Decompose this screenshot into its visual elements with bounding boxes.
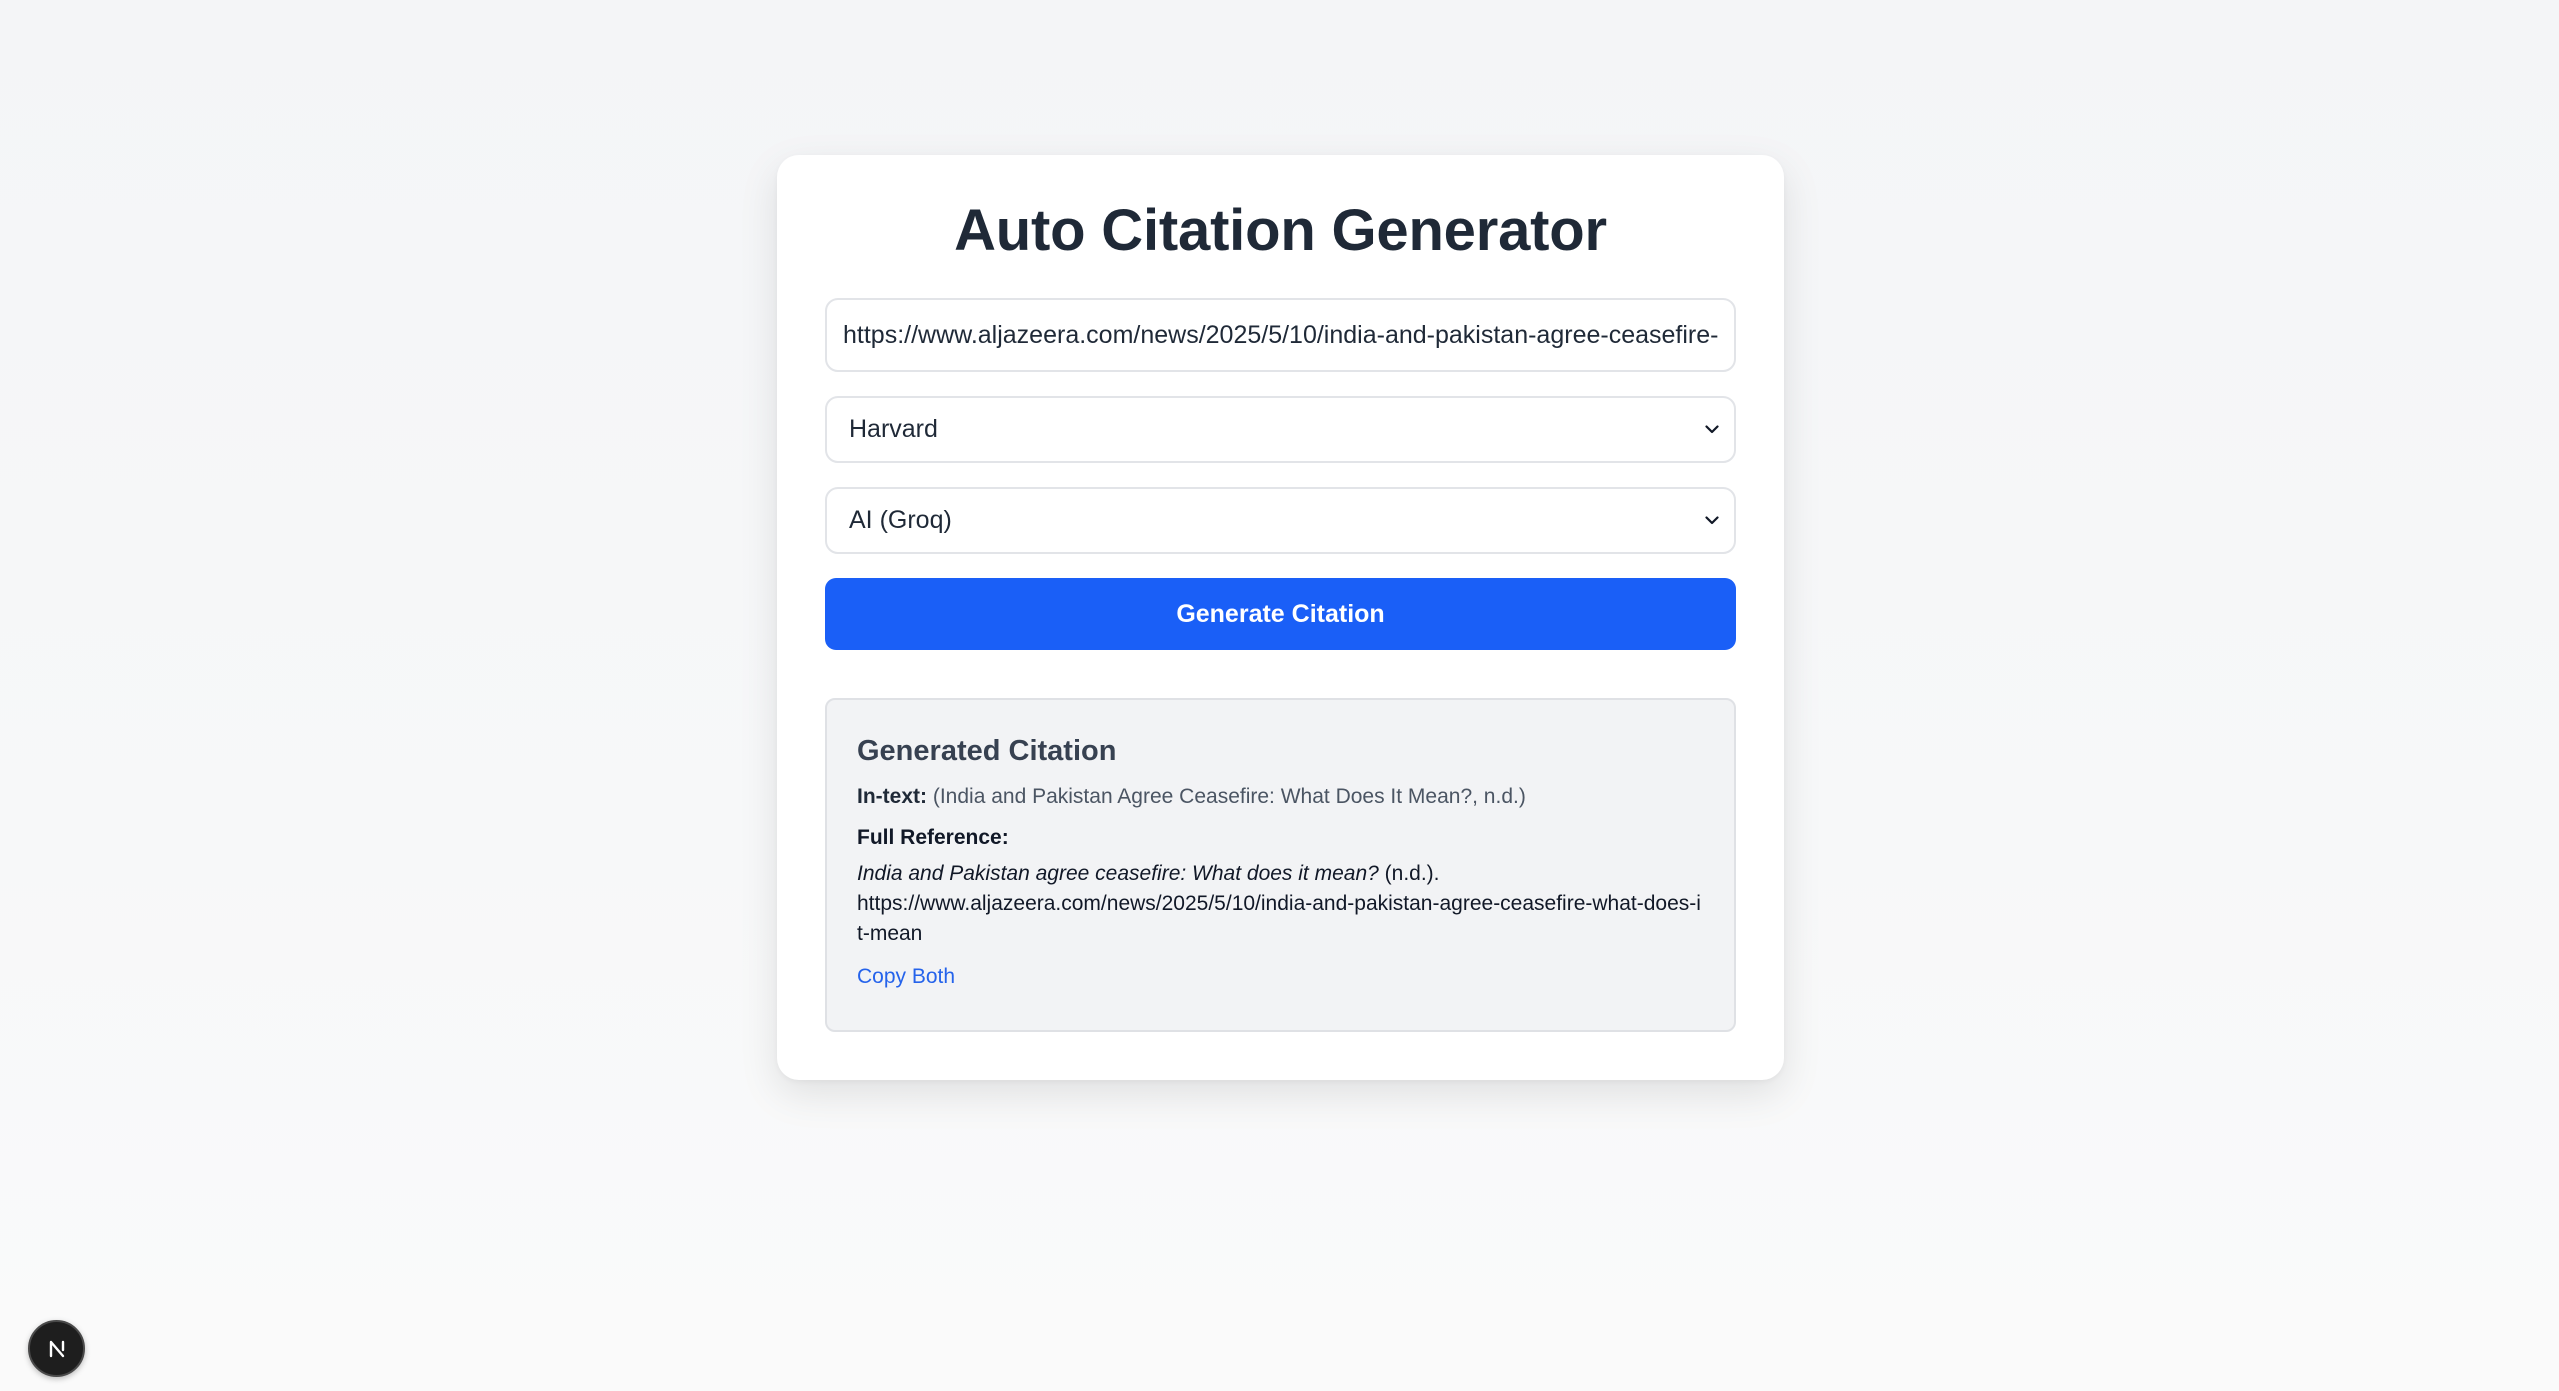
engine-value: AI (Groq) bbox=[849, 506, 952, 534]
n-logo-glyph bbox=[49, 1340, 64, 1357]
intext-value: (India and Pakistan Agree Ceasefire: Wha… bbox=[932, 785, 1526, 808]
copy-both-link[interactable]: Copy Both bbox=[857, 963, 955, 991]
page-title: Auto Citation Generator bbox=[954, 198, 1607, 263]
generated-citation-panel: Generated Citation In-text: (India and P… bbox=[825, 698, 1736, 1032]
generate-citation-button[interactable]: Generate Citation bbox=[825, 578, 1736, 650]
engine-select[interactable]: AI (Groq) bbox=[825, 487, 1736, 554]
chevron-down-icon bbox=[1702, 511, 1722, 531]
chevron-down-icon bbox=[1702, 420, 1722, 440]
intext-label: In-text: bbox=[857, 785, 927, 808]
reference-title: India and Pakistan agree ceasefire: What… bbox=[857, 862, 1379, 885]
citation-card: Auto Citation Generator Harvard AI (Groq… bbox=[777, 155, 1784, 1080]
citation-style-value: Harvard bbox=[849, 415, 938, 443]
url-input[interactable] bbox=[825, 298, 1736, 372]
full-reference-label: Full Reference: bbox=[857, 826, 1009, 849]
reference-url: https://www.aljazeera.com/news/2025/5/10… bbox=[857, 892, 1701, 945]
full-reference: India and Pakistan agree ceasefire: What… bbox=[857, 859, 1704, 949]
nextjs-logo-icon[interactable] bbox=[28, 1320, 85, 1377]
citation-style-select[interactable]: Harvard bbox=[825, 396, 1736, 463]
reference-date: (n.d.). bbox=[1384, 862, 1440, 885]
intext-citation: In-text: (India and Pakistan Agree Cease… bbox=[857, 783, 1704, 811]
result-heading: Generated Citation bbox=[857, 735, 1117, 767]
